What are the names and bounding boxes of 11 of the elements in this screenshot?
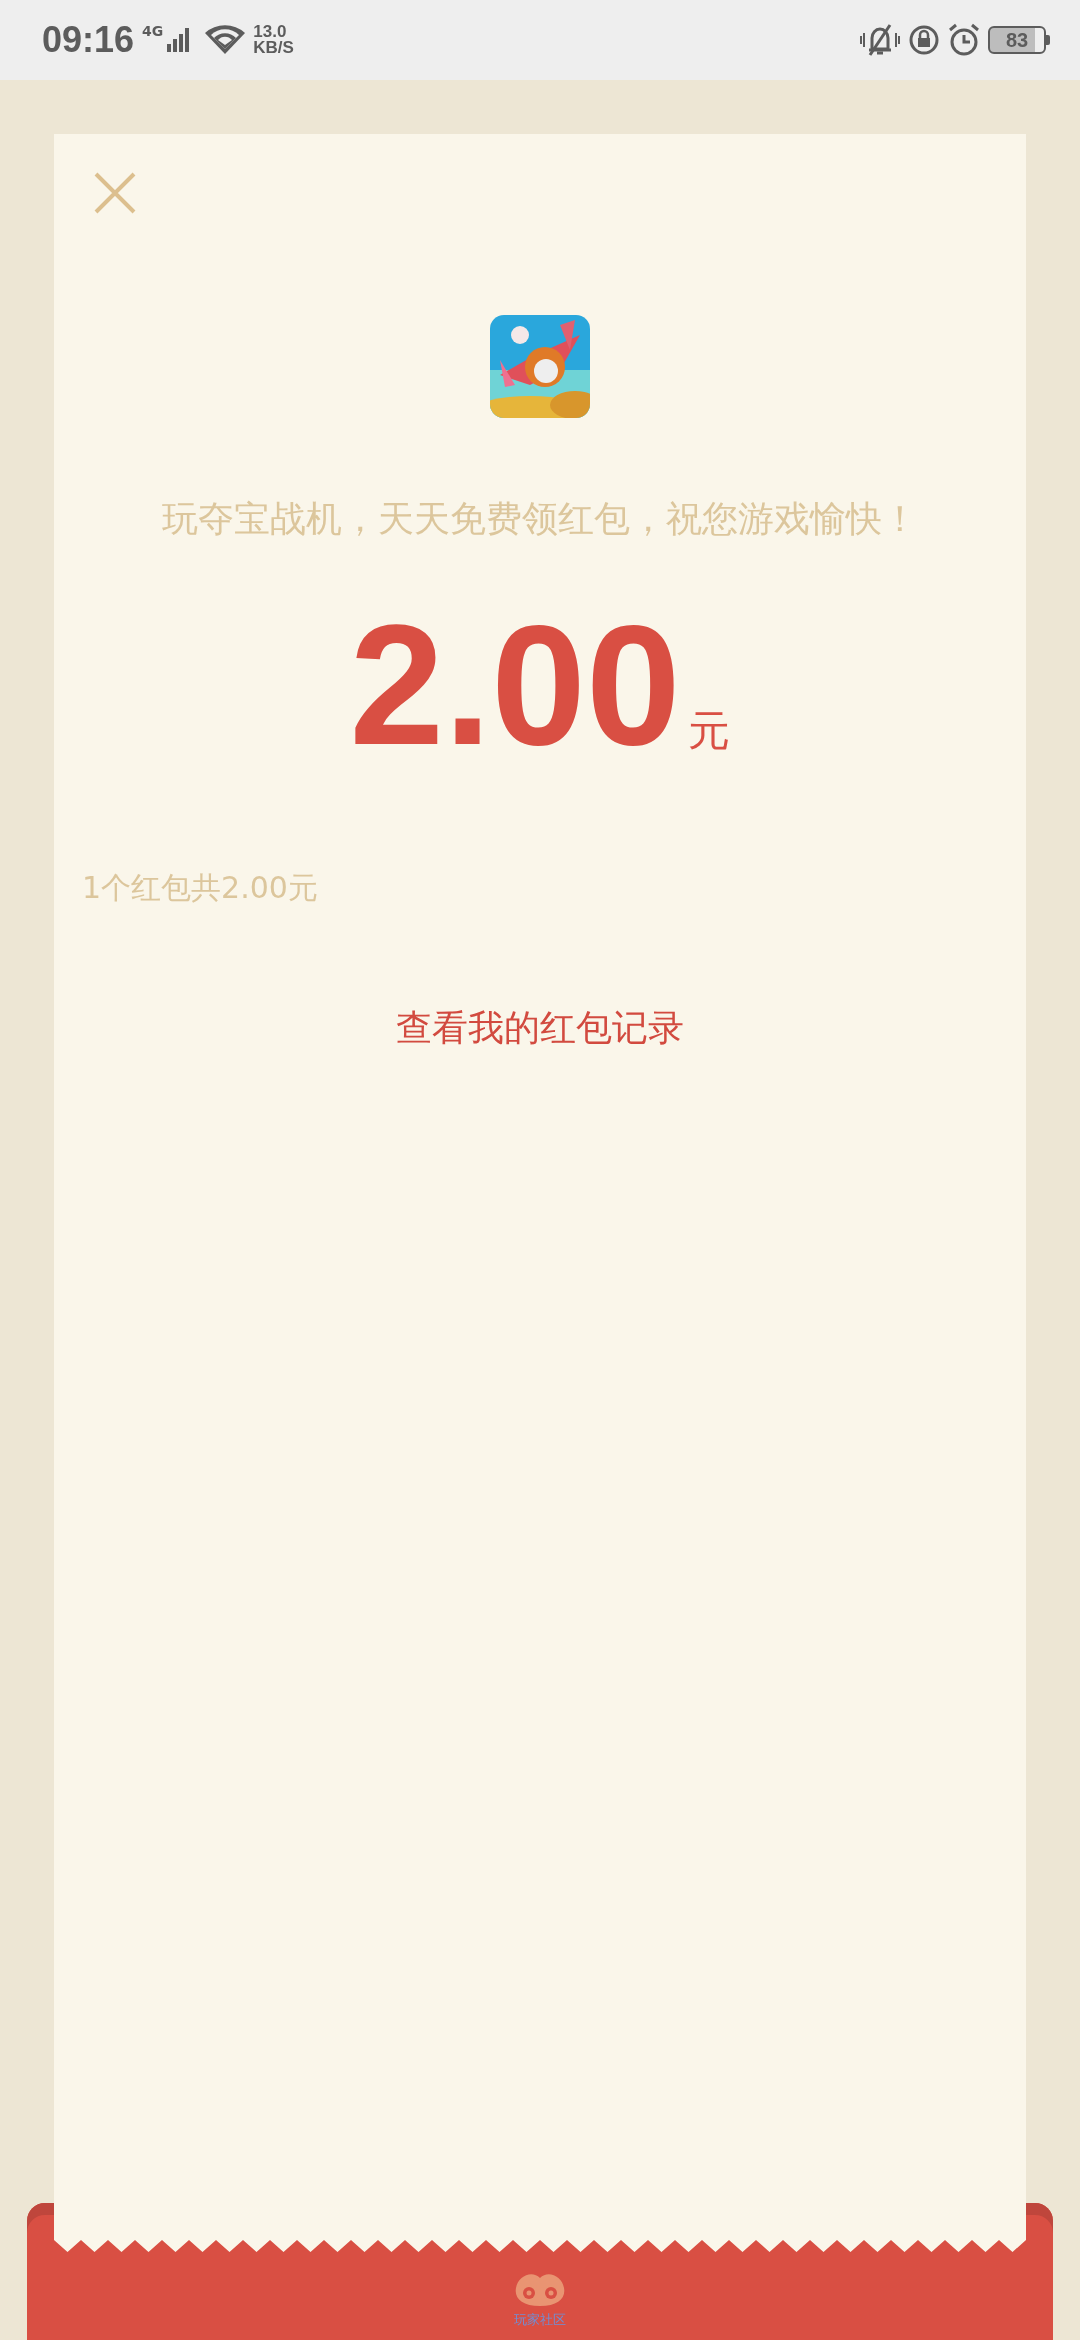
currency-unit: 元 [688, 705, 731, 757]
amount: 2.00 [349, 600, 681, 770]
network-type: 4G [142, 24, 164, 38]
status-time: 09:16 [42, 18, 135, 62]
footer-label: 玩家社区 [514, 2312, 566, 2328]
packet-summary: 1个红包共2.00元 [82, 869, 319, 907]
network-speed: 13.0 [253, 23, 288, 40]
greeting-message: 玩夺宝战机，天天免费领红包，祝您游戏愉快！ [162, 497, 918, 541]
battery-icon: 83 [988, 26, 1046, 54]
network-speed-unit: KB/S [253, 40, 294, 57]
records-link[interactable]: 查看我的红包记录 [396, 1007, 684, 1048]
